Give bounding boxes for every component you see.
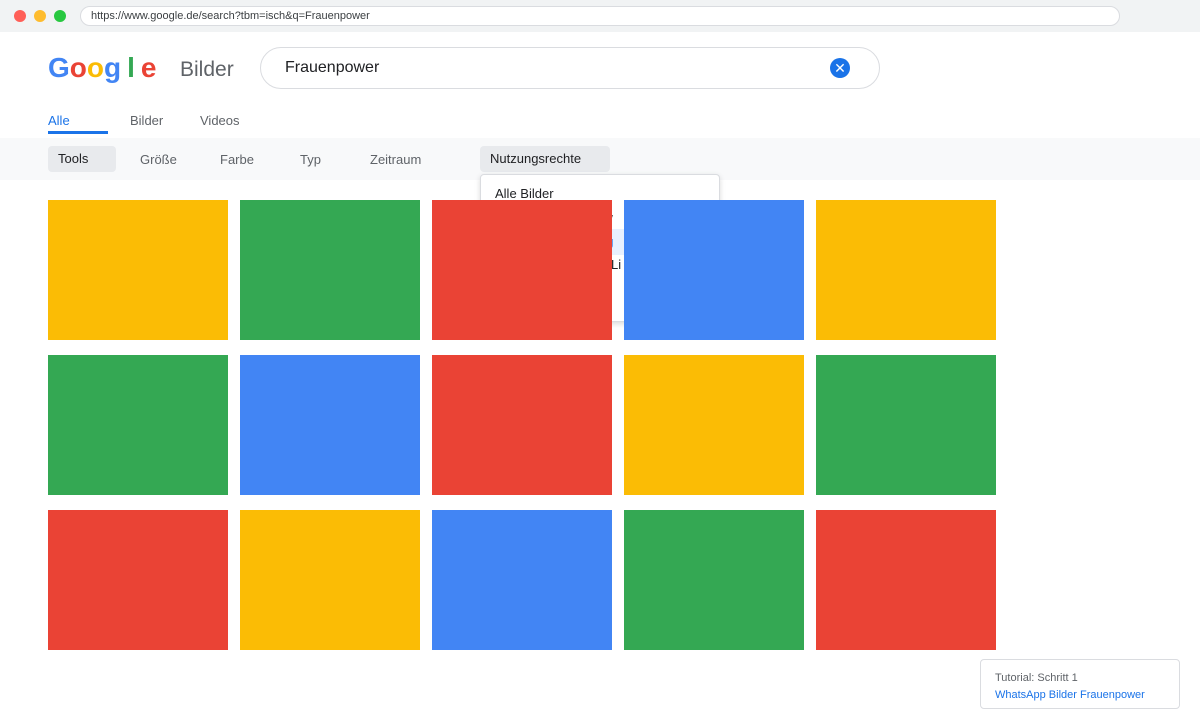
address-bar[interactable]: https://www.google.de/search?tbm=isch&q=…: [80, 6, 1120, 26]
tools-button[interactable]: Tools: [48, 146, 116, 172]
dropdown-item[interactable]: Li: [611, 257, 621, 272]
tab-bilder[interactable]: Bilder: [130, 113, 163, 128]
tutorial-title: Tutorial: Schritt 1: [995, 672, 1078, 684]
image-result[interactable]: [240, 510, 420, 650]
close-window-button[interactable]: [14, 10, 26, 22]
logo-letter: g: [104, 52, 122, 83]
logo-letter: o: [86, 52, 104, 83]
search-box: ✕: [260, 47, 880, 89]
size-filter[interactable]: Größe: [140, 152, 177, 167]
logo-letter: o: [69, 52, 87, 83]
image-result[interactable]: [432, 200, 612, 340]
logo-letter: e: [140, 52, 157, 83]
minimize-window-button[interactable]: [34, 10, 46, 22]
image-result[interactable]: [816, 355, 996, 495]
close-icon: ✕: [834, 60, 846, 76]
type-filter[interactable]: Typ: [300, 152, 321, 167]
image-result[interactable]: [240, 200, 420, 340]
image-result[interactable]: [624, 200, 804, 340]
tab-videos[interactable]: Videos: [200, 113, 240, 128]
image-result[interactable]: [816, 200, 996, 340]
google-logo[interactable]: Goog l e: [48, 52, 156, 84]
image-result[interactable]: [816, 510, 996, 650]
usage-rights-filter[interactable]: Nutzungsrechte: [480, 146, 610, 172]
tutorial-box: Tutorial: Schritt 1 WhatsApp Bilder Frau…: [980, 659, 1180, 709]
image-result[interactable]: [48, 510, 228, 650]
tutorial-link[interactable]: WhatsApp Bilder Frauenpower: [995, 689, 1145, 701]
product-name: Bilder: [180, 58, 234, 81]
image-result[interactable]: [624, 510, 804, 650]
active-tab-indicator: [48, 131, 108, 134]
maximize-window-button[interactable]: [54, 10, 66, 22]
color-filter[interactable]: Farbe: [220, 152, 254, 167]
image-result[interactable]: [240, 355, 420, 495]
time-filter[interactable]: Zeitraum: [370, 152, 421, 167]
image-result[interactable]: [48, 355, 228, 495]
clear-search-button[interactable]: ✕: [830, 58, 850, 78]
tab-alle[interactable]: Alle: [48, 113, 70, 128]
image-result[interactable]: [48, 200, 228, 340]
logo-letter: G: [48, 52, 70, 83]
browser-toolbar: https://www.google.de/search?tbm=isch&q=…: [0, 0, 1200, 32]
image-result[interactable]: [432, 355, 612, 495]
search-input[interactable]: [285, 57, 805, 79]
logo-letter: l: [127, 52, 135, 83]
dropdown-item-all-images[interactable]: Alle Bilder: [495, 186, 554, 201]
image-result[interactable]: [432, 510, 612, 650]
image-result[interactable]: [624, 355, 804, 495]
